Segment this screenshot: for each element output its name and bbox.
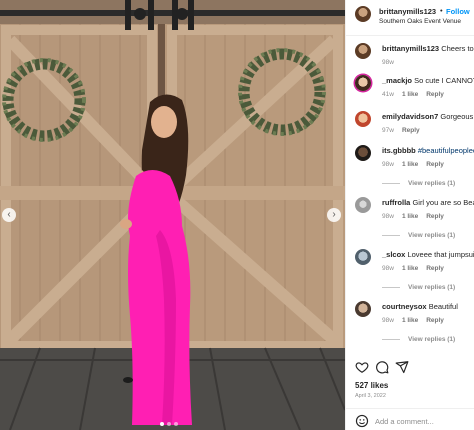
comment-item: _slcox Loveee that jumpsuit!! 98w 1 like R…: [346, 249, 474, 297]
post-actions: [346, 356, 474, 376]
reply-button[interactable]: Reply: [426, 91, 444, 98]
comment-time: 98w: [382, 265, 394, 272]
likes-count[interactable]: 527 likes: [355, 381, 388, 390]
comment-likes[interactable]: 1 like: [402, 317, 418, 324]
comment-text: brittanymills123 Cheers to Th: [382, 44, 474, 53]
post-date: April 3, 2022: [355, 393, 386, 399]
comment-text: _mackjo So cute I CANNOT: [382, 76, 474, 85]
carousel-dot[interactable]: [160, 422, 164, 426]
emoji-icon[interactable]: [355, 414, 369, 428]
comment-text: ruffrolla Girl you are so Beau: [382, 198, 474, 207]
comment-likes[interactable]: 1 like: [402, 161, 418, 168]
comment-body: So cute I CANNOT: [414, 76, 474, 85]
add-comment-bar: [346, 408, 474, 430]
comment-body: Gorgeous: [440, 112, 474, 121]
reply-button[interactable]: Reply: [402, 127, 420, 134]
avatar[interactable]: [355, 75, 371, 91]
comment-time: 41w: [382, 91, 394, 98]
post-header: brittanymills123 • Follow Southern Oaks …: [346, 0, 474, 36]
comment-body: Loveee that jumpsuit!!: [407, 250, 474, 259]
comment-username[interactable]: its.gbbbb: [382, 146, 416, 155]
share-icon[interactable]: [395, 360, 409, 374]
avatar[interactable]: [355, 145, 371, 161]
comment-time: 98w: [382, 59, 394, 66]
view-replies-button[interactable]: View replies (1): [382, 336, 455, 343]
separator-dot: •: [440, 6, 443, 15]
avatar[interactable]: [355, 6, 371, 22]
carousel-prev-button[interactable]: ‹: [2, 208, 16, 222]
post-location[interactable]: Southern Oaks Event Venue: [379, 18, 461, 25]
comment-meta: 98w 1 like Reply: [382, 317, 452, 324]
avatar[interactable]: [355, 301, 371, 317]
chevron-right-icon: ›: [332, 209, 336, 220]
comment-username[interactable]: _slcox: [382, 250, 405, 259]
comment-item: ruffrolla Girl you are so Beau 98w 1 like…: [346, 197, 474, 245]
avatar[interactable]: [355, 43, 371, 59]
comment-item: courtneysox Beautiful 98w 1 like Reply Vie…: [346, 301, 474, 349]
carousel-dot[interactable]: [174, 422, 178, 426]
comment-username[interactable]: ruffrolla: [382, 198, 410, 207]
comment-time: 98w: [382, 317, 394, 324]
comment-username[interactable]: courtneysox: [382, 302, 427, 311]
comment-text: courtneysox Beautiful: [382, 302, 458, 311]
comment-time: 98w: [382, 213, 394, 220]
comment-time: 97w: [382, 127, 394, 134]
comment-meta: 98w 1 like Reply: [382, 213, 452, 220]
comment-meta: 98w 1 like Reply: [382, 265, 452, 272]
carousel-dot[interactable]: [167, 422, 171, 426]
avatar[interactable]: [355, 197, 371, 213]
post-username[interactable]: brittanymills123: [379, 7, 436, 16]
comment-username[interactable]: emilydavidson7: [382, 112, 438, 121]
comment-username[interactable]: brittanymills123: [382, 44, 439, 53]
comment-likes[interactable]: 1 like: [402, 213, 418, 220]
comment-text: _slcox Loveee that jumpsuit!!: [382, 250, 474, 259]
comment-meta: 98w: [382, 59, 402, 66]
comment-body: Cheers to Th: [441, 44, 474, 53]
reply-button[interactable]: Reply: [426, 265, 444, 272]
comment-body: Beautiful: [428, 302, 458, 311]
photo-scene: [0, 0, 345, 430]
comment-likes[interactable]: 1 like: [402, 265, 418, 272]
follow-button[interactable]: Follow: [446, 7, 470, 16]
post-photo[interactable]: ‹ ›: [0, 0, 345, 430]
avatar[interactable]: [355, 249, 371, 265]
comment-body: Girl you are so Beau: [412, 198, 474, 207]
reply-button[interactable]: Reply: [426, 213, 444, 220]
view-replies-button[interactable]: View replies (1): [382, 180, 455, 187]
comment-meta: 41w 1 like Reply: [382, 91, 452, 98]
comment-likes[interactable]: 1 like: [402, 91, 418, 98]
heart-icon[interactable]: [355, 360, 369, 374]
carousel-next-button[interactable]: ›: [327, 208, 341, 222]
comment-time: 98w: [382, 161, 394, 168]
comment-icon[interactable]: [375, 360, 389, 374]
comment-username[interactable]: _mackjo: [382, 76, 412, 85]
reply-button[interactable]: Reply: [426, 317, 444, 324]
reply-button[interactable]: Reply: [426, 161, 444, 168]
comment-meta: 97w Reply: [382, 127, 428, 134]
hashtag-link[interactable]: #beautifulpeoplec: [418, 146, 474, 155]
comment-text: emilydavidson7 Gorgeous: [382, 112, 473, 121]
carousel-dots: [160, 422, 178, 426]
view-replies-button[interactable]: View replies (1): [382, 232, 455, 239]
post-side-panel: brittanymills123 • Follow Southern Oaks …: [345, 0, 474, 430]
comment-text: its.gbbbb #beautifulpeoplec: [382, 146, 474, 155]
comment-meta: 98w 1 like Reply: [382, 161, 452, 168]
chevron-left-icon: ‹: [7, 209, 11, 220]
avatar[interactable]: [355, 111, 371, 127]
comment-item: its.gbbbb #beautifulpeoplec 98w 1 like Rep…: [346, 145, 474, 193]
view-replies-button[interactable]: View replies (1): [382, 284, 455, 291]
add-comment-input[interactable]: [375, 413, 471, 429]
